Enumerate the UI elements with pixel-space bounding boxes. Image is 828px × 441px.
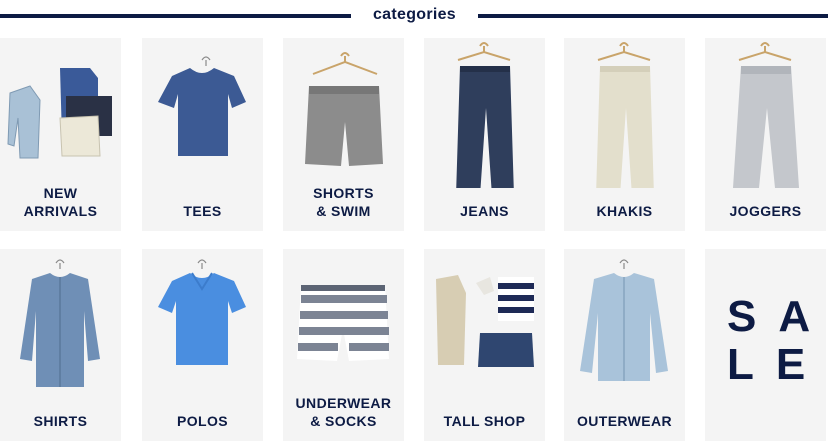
shorts-icon (305, 52, 383, 166)
tee-shirt-icon (158, 56, 246, 156)
sale-text: SA LE (727, 292, 826, 389)
category-tile-tall-shop[interactable]: TALL SHOP (424, 249, 545, 441)
button-shirt-icon (20, 259, 100, 387)
category-label: TALL SHOP (443, 413, 526, 429)
category-label: TEES (183, 203, 222, 219)
category-label: SHORTS & SWIM (313, 185, 374, 219)
categories-title: categories (372, 6, 457, 23)
category-label: KHAKIS (596, 203, 653, 219)
category-tile-shirts[interactable]: SHIRTS (0, 249, 121, 441)
category-label: JOGGERS (729, 203, 802, 219)
khakis-icon (596, 42, 654, 188)
category-tile-khakis[interactable]: KHAKIS (564, 38, 685, 231)
new-arrivals-outfit-icon (7, 68, 112, 159)
category-tile-joggers[interactable]: JOGGERS (705, 38, 826, 231)
category-tile-underwear-socks[interactable]: UNDERWEAR & SOCKS (283, 249, 404, 441)
polo-shirt-icon (158, 259, 246, 365)
category-tile-sale[interactable]: SA LE (705, 249, 826, 441)
category-label: SHIRTS (33, 413, 88, 429)
category-tile-shorts-swim[interactable]: SHORTS & SWIM (283, 38, 404, 231)
jeans-icon (456, 42, 514, 188)
category-tile-jeans[interactable]: JEANS (424, 38, 545, 231)
categories-header: categories (0, 0, 828, 34)
category-label: UNDERWEAR & SOCKS (295, 395, 392, 429)
denim-jacket-icon (580, 259, 668, 381)
header-rule-right (478, 14, 828, 18)
category-tile-new-arrivals[interactable]: NEW ARRIVALS (0, 38, 121, 231)
category-label: OUTERWEAR (576, 413, 673, 429)
category-tile-polos[interactable]: POLOS (142, 249, 263, 441)
joggers-icon (733, 42, 799, 188)
boxers-icon (297, 285, 389, 361)
category-tile-outerwear[interactable]: OUTERWEAR (564, 249, 685, 441)
tall-shop-outfit-icon (436, 275, 534, 367)
category-label: POLOS (176, 413, 228, 429)
category-tile-tees[interactable]: TEES (142, 38, 263, 231)
category-label: NEW ARRIVALS (23, 185, 98, 219)
category-label: JEANS (460, 203, 509, 219)
header-rule-left (0, 14, 351, 18)
